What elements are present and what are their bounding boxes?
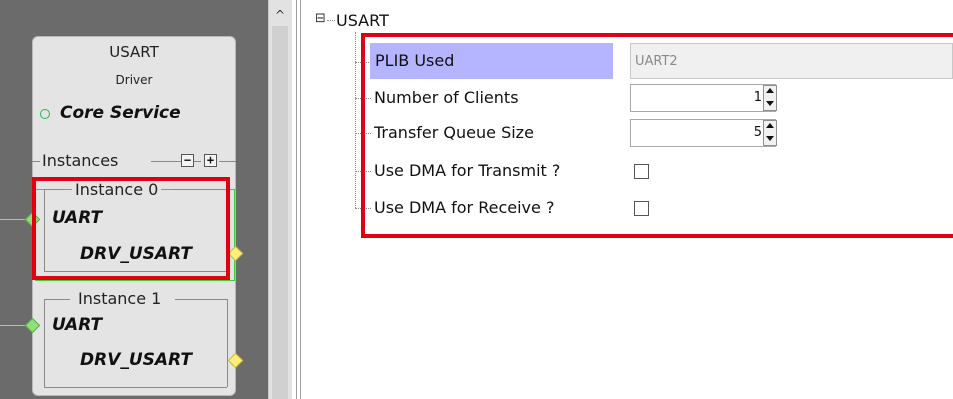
tree-expander-icon[interactable]: ⊟	[315, 11, 326, 26]
instance-1-frame-top-left	[44, 299, 70, 300]
instance-1-frame-left	[44, 299, 45, 387]
scroll-up-arrow-icon[interactable]: ^	[272, 8, 288, 22]
component-canvas[interactable]: USART Driver Core Service Instances − + …	[0, 0, 268, 399]
instance-1-label: Instance 1	[75, 289, 165, 308]
properties-highlight	[361, 33, 953, 238]
dependency-status-icon	[40, 109, 50, 119]
tree-root-usart[interactable]: USART	[336, 11, 389, 30]
add-instance-button[interactable]: +	[204, 154, 217, 167]
component-title: USART	[109, 43, 159, 61]
dependency-core-service[interactable]: Core Service	[60, 103, 181, 123]
instance-1-frame-right	[227, 299, 228, 387]
instance-1-consumer-label: UART	[52, 315, 103, 335]
tree-root-connector	[327, 20, 335, 21]
instance-1-frame-top-right	[175, 299, 227, 300]
instances-label: Instances	[42, 151, 119, 170]
instance-1-frame-bottom	[44, 387, 227, 388]
component-subtitle: Driver	[115, 73, 153, 87]
instance-0-highlight	[32, 177, 230, 280]
instances-divider-right	[219, 161, 236, 162]
remove-instance-button[interactable]: −	[181, 154, 194, 167]
scrollbar-thumb[interactable]	[272, 26, 288, 399]
instances-divider-left	[32, 161, 40, 162]
instance-1-provider-label: DRV_USART	[80, 350, 192, 370]
tree-guide-line	[355, 32, 356, 208]
splitter-handle[interactable]	[292, 0, 306, 399]
